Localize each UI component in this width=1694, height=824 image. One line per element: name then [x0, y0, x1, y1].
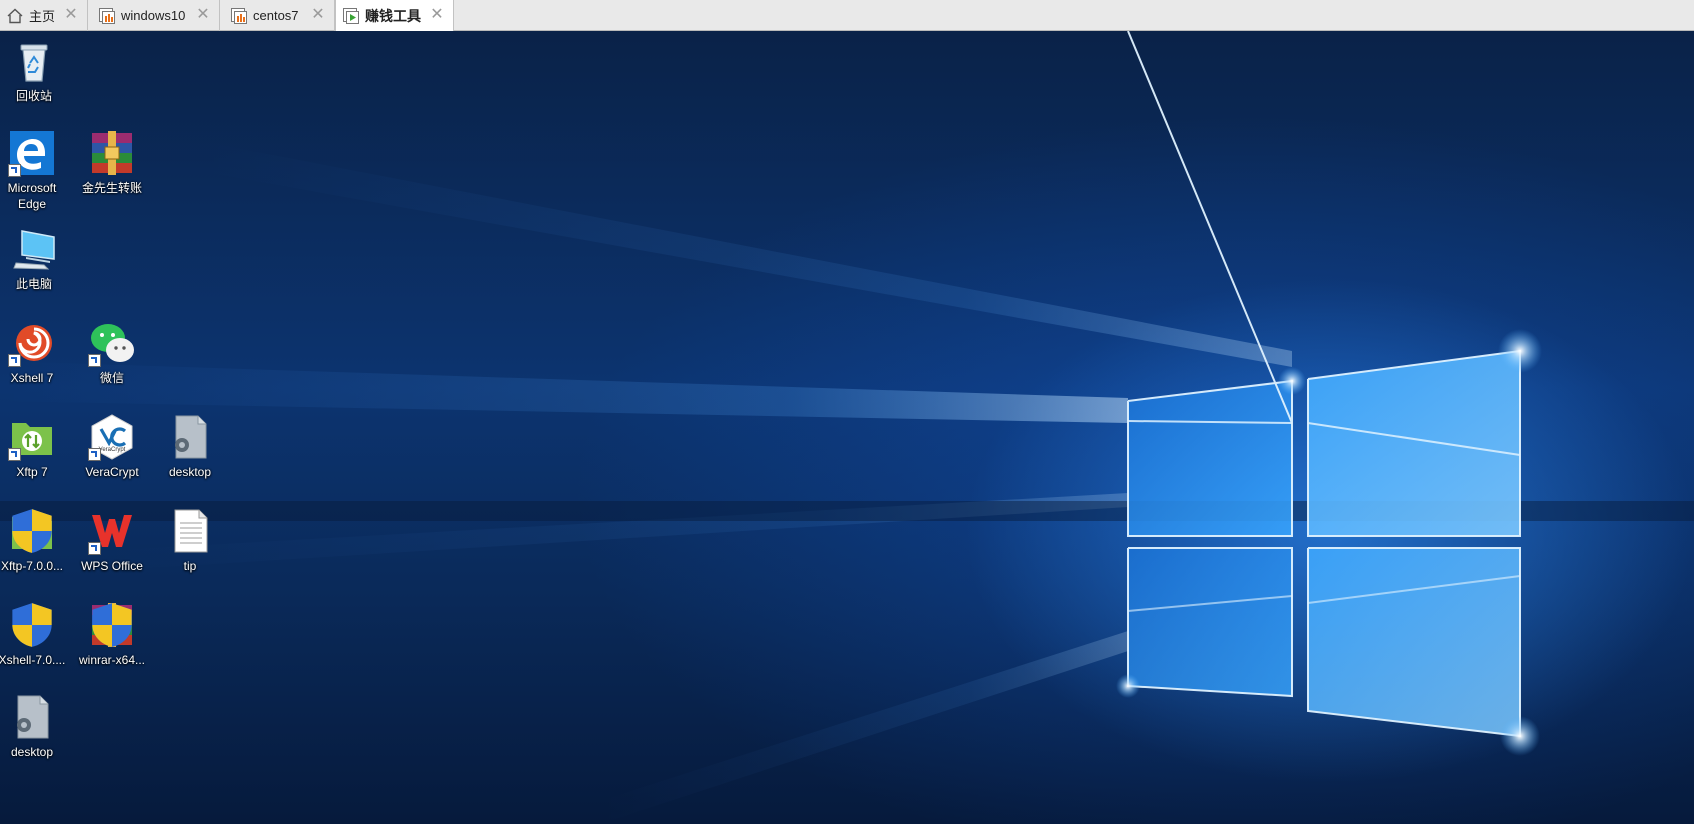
- xftp-installer-icon: [8, 507, 56, 555]
- settings-file-icon: [166, 413, 214, 461]
- xshell-icon: [8, 319, 56, 367]
- uac-shield-icon: [92, 603, 132, 647]
- uac-shield-icon: [12, 603, 52, 647]
- veracrypt-icon: VeraCrypt: [88, 413, 136, 461]
- home-icon: [6, 7, 24, 25]
- desktop-icon-this-pc[interactable]: 此电脑: [0, 225, 73, 292]
- desktop-icon-recycle-bin[interactable]: 回收站: [0, 37, 73, 104]
- icon-label: 回收站: [15, 89, 52, 103]
- desktop-icon-xshell-7[interactable]: Xshell 7: [0, 319, 71, 386]
- desktop-icon-wps-office[interactable]: WPS Office: [73, 507, 151, 574]
- desktop-icon-xftp-installer[interactable]: Xftp-7.0.0...: [0, 507, 71, 574]
- settings-file-icon: [8, 693, 56, 741]
- desktop-icon-winrar-installer[interactable]: winrar-x64...: [73, 601, 151, 668]
- xftp-icon: [8, 413, 56, 461]
- desktop-icon-xshell-installer[interactable]: Xshell-7.0....: [0, 601, 71, 668]
- icon-label: Xshell-7.0....: [0, 653, 66, 667]
- desktop-icon-winrar-archive[interactable]: 金先生转账: [73, 129, 151, 196]
- desktop-icon-microsoft-edge[interactable]: Microsoft Edge: [0, 129, 71, 212]
- desktop-icon-wechat[interactable]: 微信: [73, 319, 151, 386]
- vm-icon: [230, 7, 248, 25]
- icon-label: desktop: [10, 745, 54, 759]
- winrar-icon: [88, 129, 136, 177]
- close-icon[interactable]: ✕: [310, 7, 326, 23]
- recycle-bin-icon: [10, 37, 58, 85]
- vm-desktop[interactable]: 回收站 Microsoft Edge 金先生转账 此电脑 Xshell 7 微信…: [0, 31, 1694, 824]
- computer-icon: [10, 225, 58, 273]
- shortcut-arrow-icon: [88, 542, 101, 555]
- icon-label: desktop: [168, 465, 212, 479]
- tab-label: 主页: [29, 9, 56, 24]
- tab-home[interactable]: 主页 ✕: [0, 0, 88, 31]
- xshell-installer-icon: [8, 601, 56, 649]
- tab-label: 赚钱工具: [365, 8, 421, 24]
- tab-windows10[interactable]: windows10 ✕: [92, 0, 220, 31]
- shortcut-arrow-icon: [8, 354, 21, 367]
- desktop-icon-desktop-ini[interactable]: desktop: [151, 413, 229, 480]
- shortcut-arrow-icon: [8, 164, 21, 177]
- vm-running-icon: [342, 7, 360, 25]
- tab-label: centos7: [253, 8, 299, 23]
- veracrypt-badge-text: VeraCrypt: [99, 447, 126, 453]
- shortcut-arrow-icon: [88, 354, 101, 367]
- icon-label: 金先生转账: [81, 181, 142, 195]
- icon-label: winrar-x64...: [78, 653, 146, 667]
- shortcut-arrow-icon: [88, 448, 101, 461]
- tab-money-tools[interactable]: 赚钱工具 ✕: [335, 0, 454, 32]
- wechat-icon: [88, 319, 136, 367]
- edge-icon: [8, 129, 56, 177]
- desktop-icon-xftp-7[interactable]: Xftp 7: [0, 413, 71, 480]
- icon-label: tip: [183, 559, 197, 573]
- icon-label: 此电脑: [15, 277, 52, 291]
- vm-tab-bar: 主页 ✕ windows10 ✕ centos7 ✕ 赚钱工具 ✕: [0, 0, 1694, 32]
- icon-label: Xftp 7: [16, 465, 48, 479]
- wps-icon: [88, 507, 136, 555]
- tab-centos7[interactable]: centos7 ✕: [224, 0, 335, 31]
- icon-label: VeraCrypt: [85, 465, 139, 479]
- winrar-installer-icon: [88, 601, 136, 649]
- close-icon[interactable]: ✕: [63, 7, 79, 23]
- text-file-icon: [166, 507, 214, 555]
- windows-logo-wallpaper: [0, 31, 1694, 824]
- icon-label: Xshell 7: [10, 371, 54, 385]
- close-icon[interactable]: ✕: [195, 7, 211, 23]
- shortcut-arrow-icon: [8, 448, 21, 461]
- icon-label: WPS Office: [81, 559, 143, 573]
- desktop-icon-desktop-ini-2[interactable]: desktop: [0, 693, 71, 760]
- tab-label: windows10: [121, 8, 186, 23]
- vm-icon: [98, 7, 116, 25]
- icon-label: Xftp-7.0.0...: [0, 559, 64, 573]
- icon-label: Microsoft Edge: [7, 181, 57, 211]
- desktop-icon-tip[interactable]: tip: [151, 507, 229, 574]
- icon-label: 微信: [99, 371, 124, 385]
- uac-shield-icon: [12, 509, 52, 553]
- desktop-icon-veracrypt[interactable]: VeraCrypt VeraCrypt: [73, 413, 151, 480]
- close-icon[interactable]: ✕: [429, 7, 445, 23]
